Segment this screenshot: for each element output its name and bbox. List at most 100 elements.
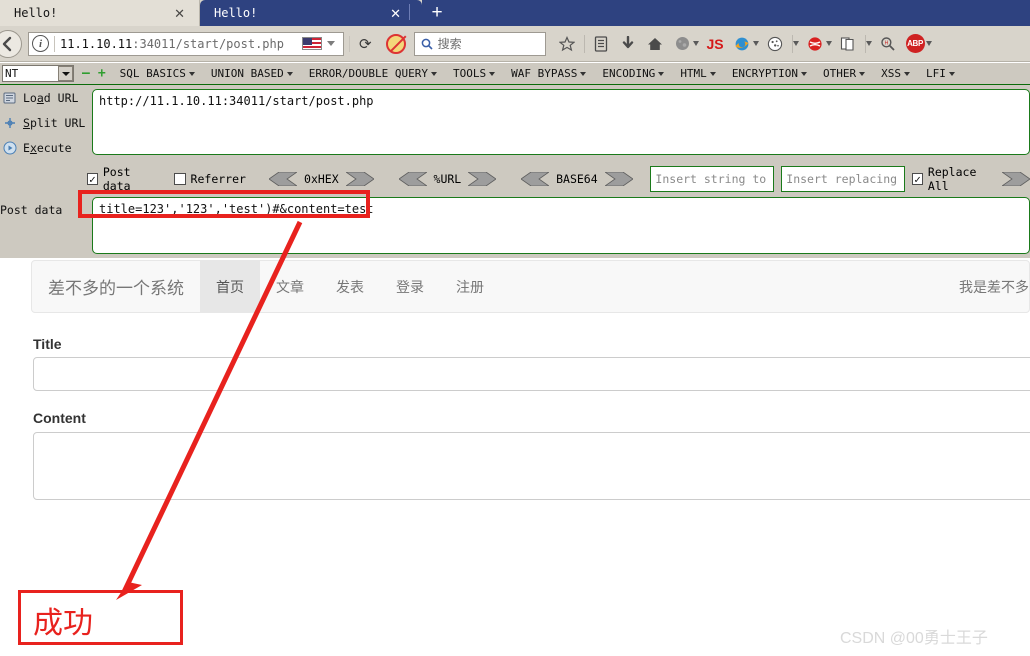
post-data-label: Post data <box>0 203 63 217</box>
address-bar[interactable]: i 11.1.10.11:34011/start/post.php <box>28 31 344 56</box>
encode-url-button[interactable] <box>466 171 497 187</box>
chevron-down-icon <box>489 71 496 76</box>
hackbar-menus: SQL BASICS UNION BASED ERROR/DOUBLE QUER… <box>120 67 955 80</box>
home-icon[interactable] <box>642 30 669 58</box>
menu-xss[interactable]: XSS <box>881 67 901 80</box>
decode-base64-button[interactable] <box>520 171 551 187</box>
execute-button[interactable]: Execute <box>0 135 92 160</box>
chevron-down-icon[interactable] <box>327 41 335 46</box>
encoder-url-group: %URL <box>397 171 497 187</box>
chevron-down-icon <box>286 71 293 76</box>
menu-sql-basics[interactable]: SQL BASICS <box>120 67 186 80</box>
adblock-plus-icon[interactable]: ABP <box>902 30 929 58</box>
chevron-down-icon <box>709 71 716 76</box>
menu-error-double-query[interactable]: ERROR/DOUBLE QUERY <box>309 67 428 80</box>
downloads-icon[interactable] <box>615 30 642 58</box>
replace-from-input[interactable]: Insert string to replace <box>650 166 775 192</box>
chevron-down-icon <box>801 71 808 76</box>
close-icon[interactable]: ✕ <box>386 7 405 20</box>
encode-base64-button[interactable] <box>603 171 634 187</box>
nav-item-register[interactable]: 注册 <box>440 261 500 312</box>
title-label: Title <box>33 336 62 352</box>
browser-toolbar-icons: JS H ABP <box>554 30 935 58</box>
browser-tab-1[interactable]: Hello! ✕ <box>0 0 200 26</box>
split-url-button[interactable]: Split URL <box>0 110 92 135</box>
tab-divider <box>409 3 410 20</box>
decode-hex-button[interactable] <box>268 171 299 187</box>
url-host: 11.1.10.11 <box>60 36 133 51</box>
post-data-checkbox[interactable]: ✓ Post data <box>87 165 157 193</box>
moon-icon[interactable] <box>669 30 696 58</box>
apply-replace-button[interactable] <box>1000 171 1030 187</box>
chevron-down-icon <box>658 71 665 76</box>
checkbox-box[interactable]: ✓ <box>87 173 98 185</box>
chevron-down-icon <box>904 71 911 76</box>
hackbar-panel: Load URL Split URL Execute http://11.1.1… <box>0 85 1030 258</box>
post-data-checkbox-label: Post data <box>102 165 131 193</box>
menu-union-based[interactable]: UNION BASED <box>211 67 284 80</box>
content-textarea[interactable] <box>33 432 1030 500</box>
add-profile-button[interactable]: + <box>98 67 106 80</box>
menu-encoding[interactable]: ENCODING <box>602 67 655 80</box>
checkbox-box[interactable] <box>173 173 186 185</box>
reload-icon[interactable]: ⟳ <box>355 35 376 53</box>
chevron-down-icon[interactable] <box>825 41 832 46</box>
site-info-icon[interactable]: i <box>32 35 49 52</box>
js-toggle-icon[interactable]: JS <box>702 30 729 58</box>
load-url-button[interactable]: Load URL <box>0 85 92 110</box>
nav-item-login[interactable]: 登录 <box>380 261 440 312</box>
title-input[interactable] <box>33 357 1030 391</box>
site-brand[interactable]: 差不多的一个系统 <box>32 261 200 312</box>
result-text: 成功 <box>33 606 93 641</box>
bookmark-star-icon[interactable] <box>554 30 581 58</box>
divider <box>54 35 55 52</box>
referrer-checkbox-label: Referrer <box>190 172 246 186</box>
reading-list-icon[interactable] <box>588 30 615 58</box>
post-data-highlight-box <box>78 190 370 218</box>
ie-tab-icon[interactable] <box>729 30 756 58</box>
split-url-label: Split URL <box>23 115 86 130</box>
referrer-checkbox[interactable]: Referrer <box>173 172 246 186</box>
browser-tab-strip: Hello! ✕ Hello! ✕ + <box>0 0 1030 26</box>
hackbar-url-textarea[interactable]: http://11.1.10.11:34011/start/post.php <box>92 89 1030 155</box>
encode-hex-button[interactable] <box>344 171 375 187</box>
checkbox-box[interactable]: ✓ <box>912 173 923 185</box>
hackbar-menu-row: NT – + SQL BASICS UNION BASED ERROR/DOUB… <box>0 63 1030 85</box>
menu-lfi[interactable]: LFI <box>926 67 946 80</box>
find-icon[interactable]: H <box>875 30 902 58</box>
menu-tools[interactable]: TOOLS <box>453 67 486 80</box>
chevron-down-icon[interactable] <box>752 41 759 46</box>
remove-profile-button[interactable]: – <box>82 67 90 80</box>
menu-encryption[interactable]: ENCRYPTION <box>732 67 798 80</box>
split-url-icon <box>3 116 17 130</box>
chevron-down-icon[interactable] <box>692 41 699 46</box>
us-flag-icon[interactable] <box>302 37 322 50</box>
chevron-down-icon[interactable] <box>792 41 799 46</box>
search-input[interactable]: 搜索 <box>413 31 546 56</box>
menu-html[interactable]: HTML <box>680 67 707 80</box>
chevron-down-icon[interactable] <box>58 66 73 81</box>
browser-tab-2[interactable]: Hello! ✕ <box>200 0 422 26</box>
hackbar-profile-select[interactable]: NT <box>2 65 74 82</box>
nav-item-home[interactable]: 首页 <box>200 261 260 312</box>
divider <box>583 34 585 53</box>
replace-to-input[interactable]: Insert replacing string <box>781 166 905 192</box>
menu-waf-bypass[interactable]: WAF BYPASS <box>511 67 577 80</box>
decode-url-button[interactable] <box>397 171 428 187</box>
nav-item-articles[interactable]: 文章 <box>260 261 320 312</box>
close-icon[interactable]: ✕ <box>170 7 189 20</box>
cookie-manager-icon[interactable] <box>762 30 789 58</box>
chevron-down-icon[interactable] <box>865 41 872 46</box>
divider <box>349 35 350 52</box>
execute-label: Execute <box>23 140 72 155</box>
menu-other[interactable]: OTHER <box>823 67 856 80</box>
noscript-icon[interactable] <box>385 33 406 54</box>
replace-all-checkbox[interactable]: ✓ Replace All <box>912 165 995 193</box>
new-tab-button[interactable]: + <box>422 0 452 26</box>
back-arrow-icon[interactable] <box>0 29 22 58</box>
encoder-hex-label: 0xHEX <box>304 172 339 186</box>
chevron-down-icon[interactable] <box>925 41 932 46</box>
page-copy-icon[interactable] <box>835 30 862 58</box>
sqlmap-icon[interactable] <box>802 30 829 58</box>
nav-item-publish[interactable]: 发表 <box>320 261 380 312</box>
